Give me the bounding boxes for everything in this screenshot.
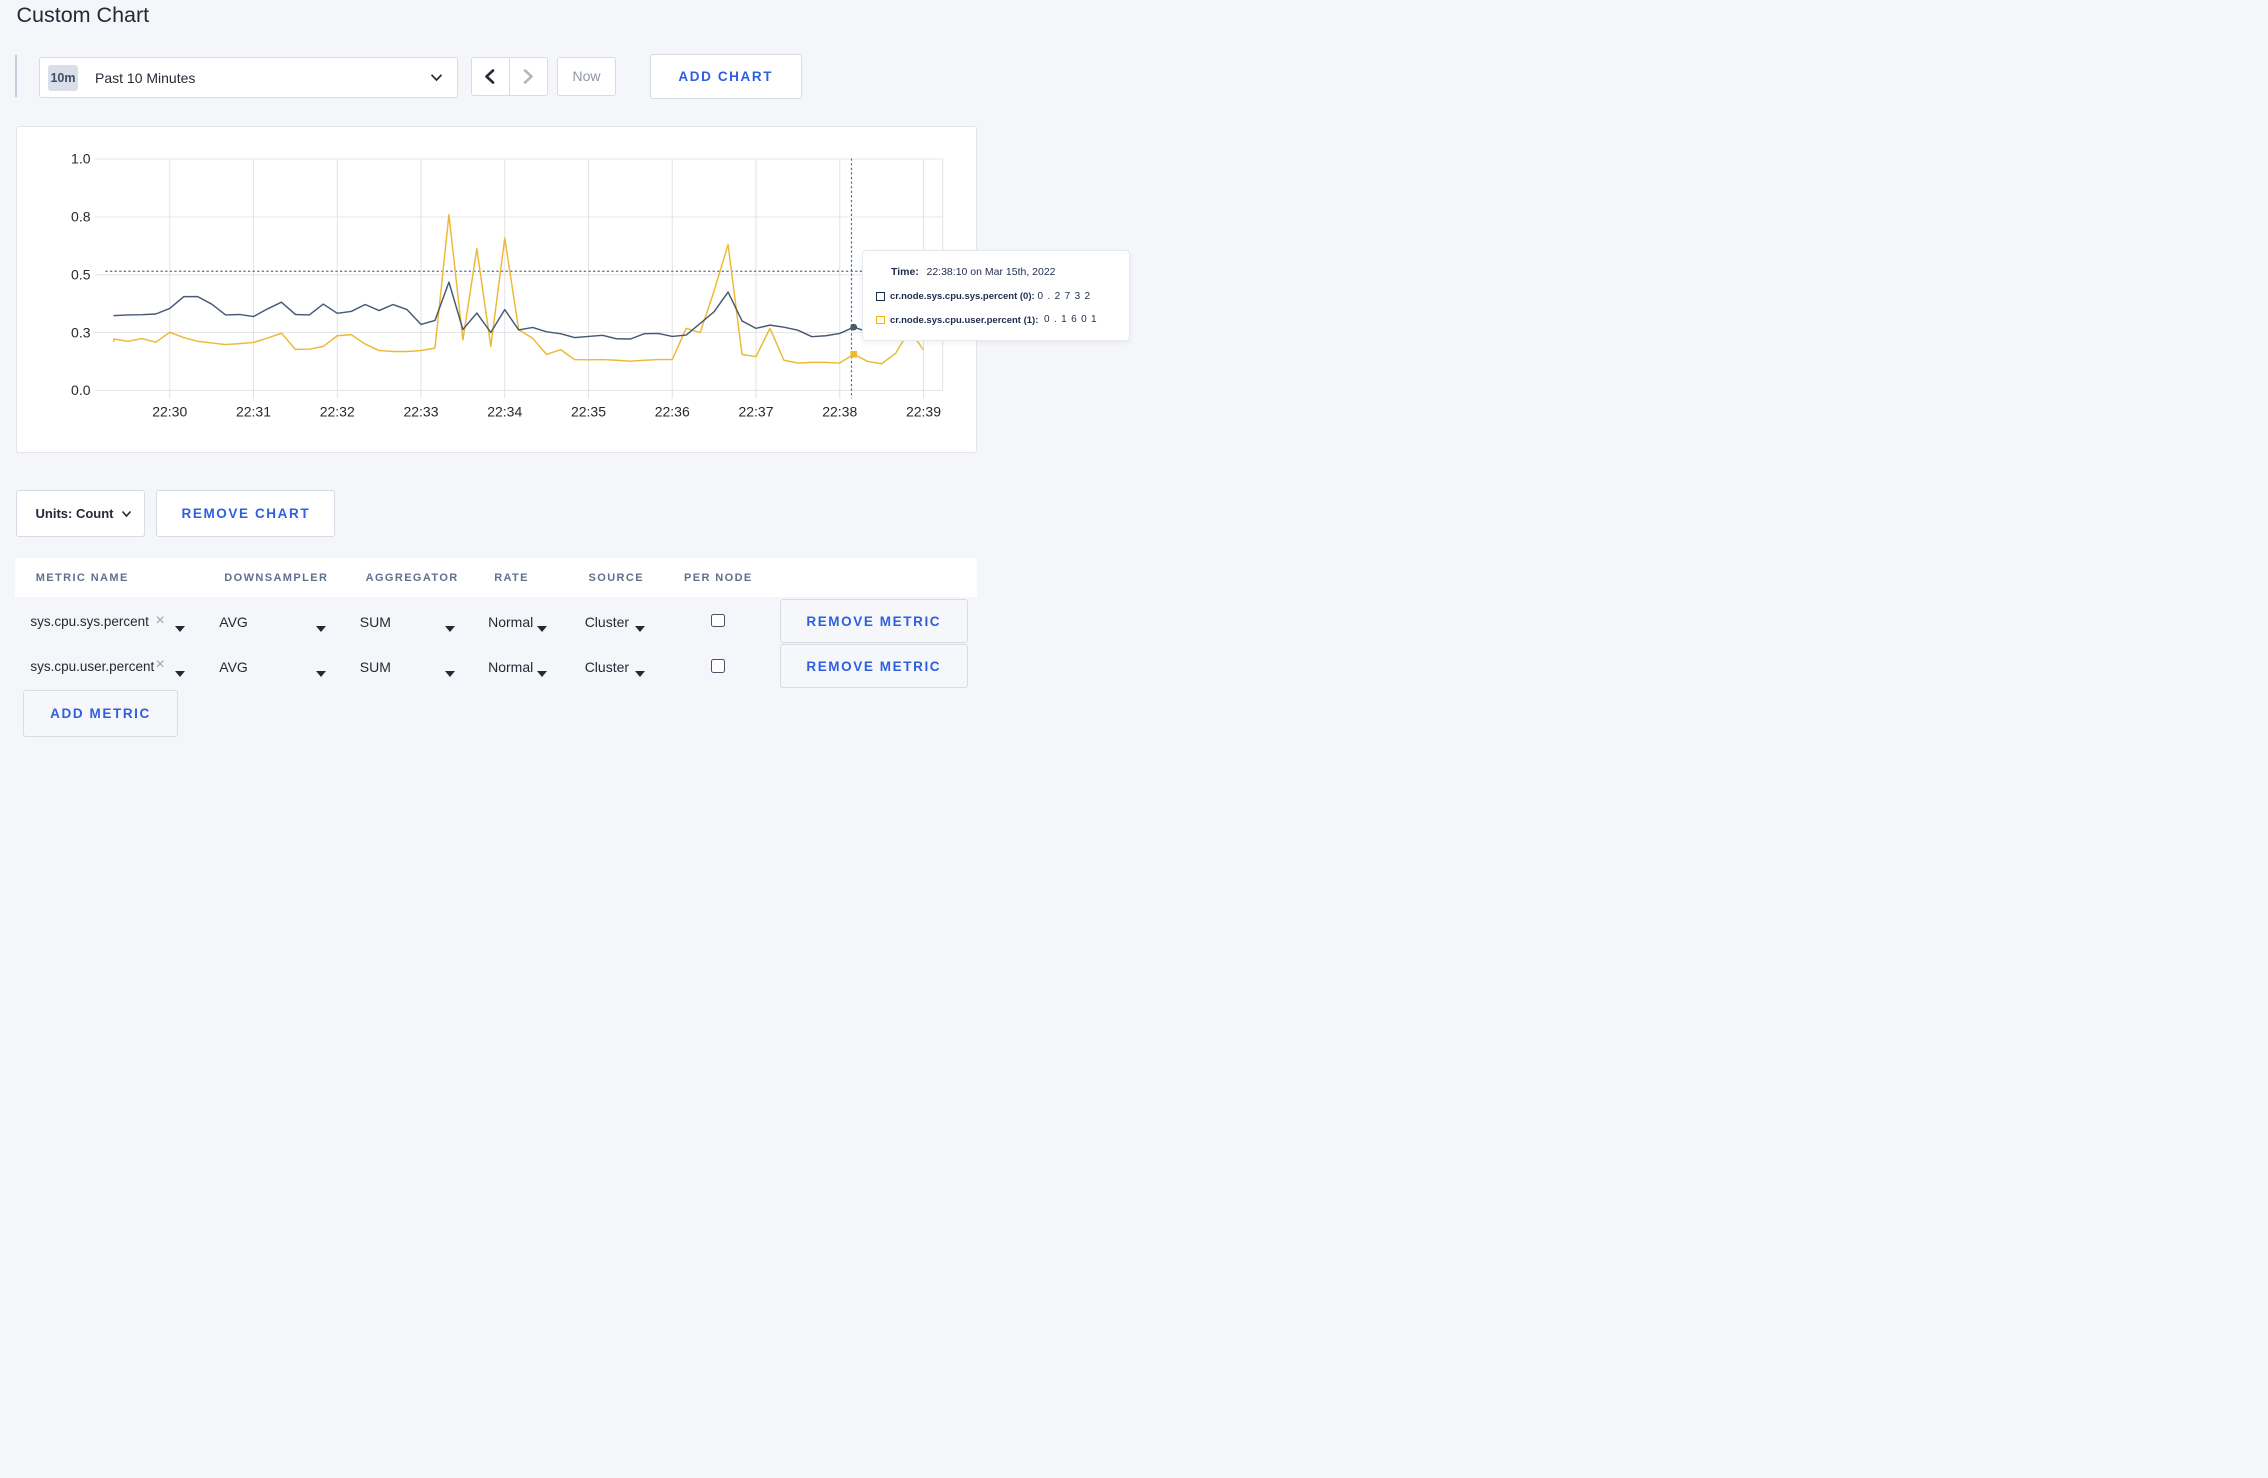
svg-text:22:31: 22:31 (236, 403, 271, 419)
svg-text:22:30: 22:30 (152, 403, 187, 419)
svg-text:1.0: 1.0 (71, 150, 91, 166)
svg-text:0.3: 0.3 (71, 324, 91, 340)
svg-text:0.8: 0.8 (71, 208, 91, 224)
svg-text:22:34: 22:34 (487, 403, 522, 419)
svg-text:22:36: 22:36 (654, 403, 689, 419)
svg-text:22:38: 22:38 (822, 403, 857, 419)
svg-text:0.5: 0.5 (71, 266, 91, 282)
svg-text:22:32: 22:32 (319, 403, 354, 419)
svg-text:22:37: 22:37 (738, 403, 773, 419)
svg-text:22:33: 22:33 (403, 403, 438, 419)
svg-text:22:39: 22:39 (906, 403, 941, 419)
svg-text:22:35: 22:35 (571, 403, 606, 419)
svg-text:0.0: 0.0 (71, 382, 91, 398)
